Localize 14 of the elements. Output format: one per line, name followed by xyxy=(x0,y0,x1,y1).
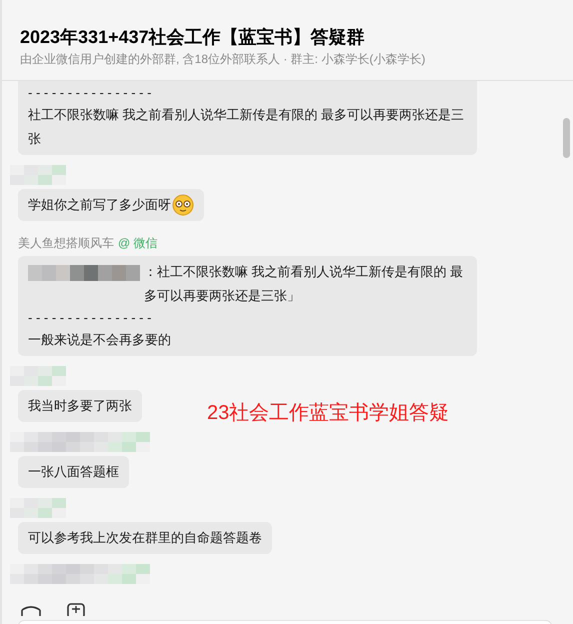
message-text: 一般来说是不会再多要的 xyxy=(28,331,171,349)
overlay-caption: 23社会工作蓝宝书学姐答疑 xyxy=(207,401,450,426)
message-text: 我当时多要了两张 xyxy=(28,397,132,415)
message-text: 社工不限张数嘛 我之前看别人说华工新传是有限的 最多可以再要两张还是三张 xyxy=(28,106,466,148)
chat-title: 2023年331+437社会工作【蓝宝书】答疑群 xyxy=(20,26,366,49)
message-text: 一张八面答题框 xyxy=(28,463,119,481)
divider-text: - - - - - - - - - - - - - - - - xyxy=(28,309,152,327)
message-text: 学姐你之前写了多少面呀 xyxy=(28,196,171,214)
divider-text: - - - - - - - - - - - - - - - - xyxy=(28,84,152,102)
sender-source: @ 微信 xyxy=(118,235,158,251)
sender-name: 美人鱼想搭顺风车 xyxy=(18,235,114,251)
message-text: 可以参考我上次发在群里的自命题答题卷 xyxy=(28,529,262,547)
chat-subtitle: 由企业微信用户创建的外部群, 含18位外部联系人 · 群主: 小森学长(小森学长) xyxy=(20,51,426,68)
quoted-text: ：社工不限张数嘛 我之前看别人说华工新传是有限的 最多可以再要两张还是三张」 xyxy=(144,263,464,305)
